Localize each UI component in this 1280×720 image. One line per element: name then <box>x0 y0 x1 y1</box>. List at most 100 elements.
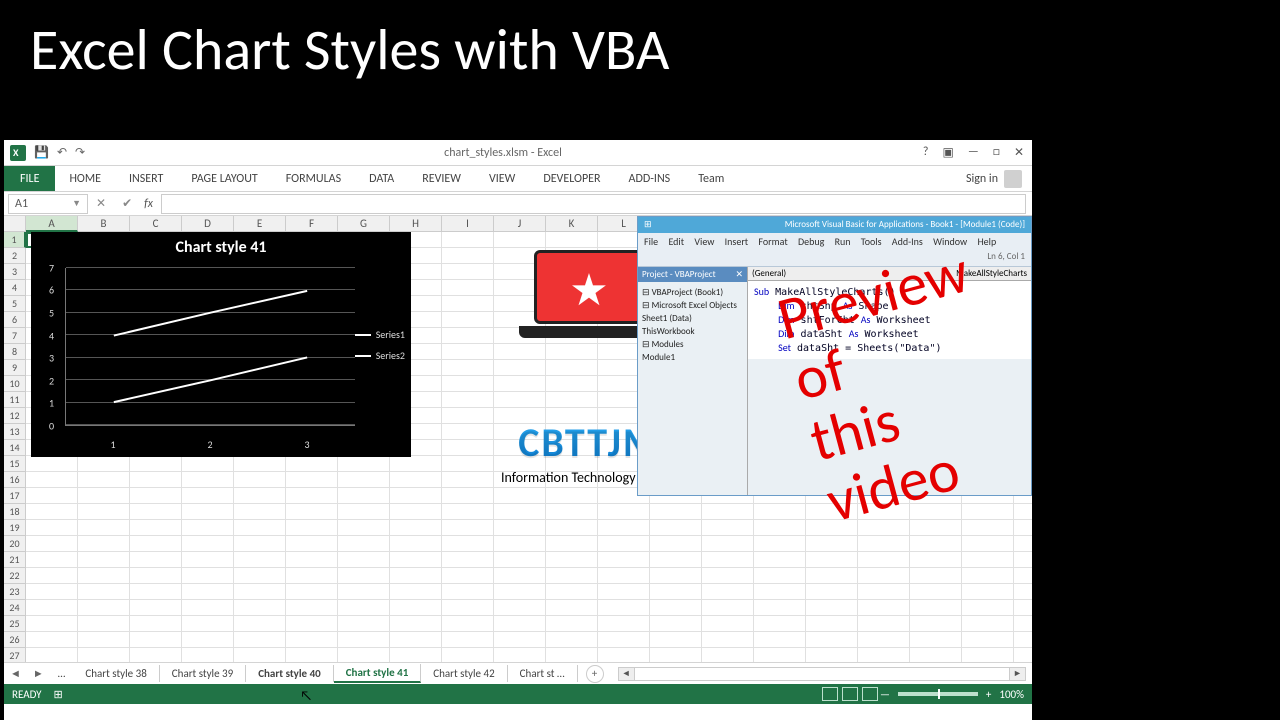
zoom-in-icon[interactable]: + <box>986 688 991 701</box>
new-sheet-button[interactable]: + <box>586 665 604 683</box>
tree-item[interactable]: ⊟ Modules <box>642 338 743 351</box>
row-header[interactable]: 8 <box>4 344 26 360</box>
help-icon[interactable]: ? <box>923 145 929 160</box>
column-header[interactable]: H <box>390 216 442 232</box>
tab-home[interactable]: HOME <box>55 166 115 191</box>
row-header[interactable]: 9 <box>4 360 26 376</box>
tab-page-layout[interactable]: PAGE LAYOUT <box>177 166 271 191</box>
row-header[interactable]: 12 <box>4 408 26 424</box>
code-pane[interactable]: (General) MakeAllStyleCharts Sub MakeAll… <box>748 267 1031 495</box>
close-icon[interactable]: ✕ <box>1014 145 1024 160</box>
embedded-chart[interactable]: Chart style 41 0 1 2 3 4 5 6 <box>31 232 411 457</box>
sheet-tab[interactable]: Chart st … <box>508 665 578 682</box>
row-header[interactable]: 7 <box>4 328 26 344</box>
row-header[interactable]: 10 <box>4 376 26 392</box>
menu-help[interactable]: Help <box>977 235 996 248</box>
page-break-view-icon[interactable] <box>862 687 878 701</box>
column-header[interactable]: C <box>130 216 182 232</box>
column-header[interactable]: J <box>494 216 546 232</box>
name-box[interactable]: A1 ▼ <box>8 194 88 214</box>
column-header[interactable]: D <box>182 216 234 232</box>
row-header[interactable]: 15 <box>4 456 26 472</box>
undo-icon[interactable]: ↶ <box>57 145 67 160</box>
tab-team[interactable]: Team <box>684 166 738 191</box>
menu-insert[interactable]: Insert <box>725 235 749 248</box>
tree-item[interactable]: ThisWorkbook <box>642 325 743 338</box>
row-header[interactable]: 1 <box>4 232 26 248</box>
tab-insert[interactable]: INSERT <box>115 166 177 191</box>
select-all-button[interactable] <box>4 216 26 232</box>
sheet-tab-active[interactable]: Chart style 41 <box>334 664 422 683</box>
tab-developer[interactable]: DEVELOPER <box>529 166 614 191</box>
column-header[interactable]: A <box>26 216 78 232</box>
menu-tools[interactable]: Tools <box>861 235 882 248</box>
row-header[interactable]: 19 <box>4 520 26 536</box>
menu-format[interactable]: Format <box>758 235 787 248</box>
column-header[interactable]: I <box>442 216 494 232</box>
tree-item[interactable]: ⊟ Microsoft Excel Objects <box>642 299 743 312</box>
row-header[interactable]: 24 <box>4 600 26 616</box>
sheet-nav-prev[interactable]: ◄ <box>4 667 27 680</box>
sheet-tab[interactable]: Chart style 39 <box>160 665 246 682</box>
sheet-tab[interactable]: Chart style 40 <box>246 665 334 682</box>
column-header[interactable]: E <box>234 216 286 232</box>
tab-review[interactable]: REVIEW <box>408 166 475 191</box>
column-header[interactable]: K <box>546 216 598 232</box>
row-header[interactable]: 13 <box>4 424 26 440</box>
row-header[interactable]: 27 <box>4 648 26 662</box>
minimize-icon[interactable]: — <box>968 145 979 160</box>
project-explorer[interactable]: Project - VBAProject ✕ ⊟ VBAProject (Boo… <box>638 267 748 495</box>
zoom-level[interactable]: 100% <box>999 688 1024 701</box>
row-header[interactable]: 14 <box>4 440 26 456</box>
insert-function-icon[interactable]: fx <box>140 197 157 211</box>
chevron-down-icon[interactable]: ▼ <box>72 198 81 209</box>
tree-item[interactable]: Module1 <box>642 351 743 364</box>
close-icon[interactable]: ✕ <box>735 269 743 280</box>
formula-input[interactable] <box>161 194 1026 214</box>
menu-addins[interactable]: Add-Ins <box>892 235 923 248</box>
normal-view-icon[interactable] <box>822 687 838 701</box>
sheet-tab[interactable]: Chart style 42 <box>421 665 507 682</box>
zoom-slider[interactable] <box>898 692 978 696</box>
row-header[interactable]: 20 <box>4 536 26 552</box>
project-tree[interactable]: ⊟ VBAProject (Book1) ⊟ Microsoft Excel O… <box>638 282 747 495</box>
row-header[interactable]: 22 <box>4 568 26 584</box>
tab-data[interactable]: DATA <box>355 166 408 191</box>
row-header[interactable]: 4 <box>4 280 26 296</box>
menu-debug[interactable]: Debug <box>798 235 824 248</box>
macro-recorder-icon[interactable]: ⊞ <box>54 688 63 701</box>
code-body[interactable]: Sub MakeAllStyleCharts() Dim chtShp As S… <box>748 281 1031 359</box>
row-header[interactable]: 23 <box>4 584 26 600</box>
row-header[interactable]: 16 <box>4 472 26 488</box>
menu-window[interactable]: Window <box>933 235 967 248</box>
row-header[interactable]: 11 <box>4 392 26 408</box>
menu-run[interactable]: Run <box>835 235 851 248</box>
tree-item[interactable]: ⊟ VBAProject (Book1) <box>642 286 743 299</box>
horizontal-scrollbar[interactable]: ◄ ► <box>618 667 1026 681</box>
menu-file[interactable]: File <box>644 235 658 248</box>
row-header[interactable]: 17 <box>4 488 26 504</box>
page-layout-view-icon[interactable] <box>842 687 858 701</box>
ribbon-display-icon[interactable]: ▣ <box>942 145 953 160</box>
row-header[interactable]: 18 <box>4 504 26 520</box>
tab-view[interactable]: VIEW <box>475 166 529 191</box>
sheet-nav-next[interactable]: ► <box>27 667 50 680</box>
sheet-tab[interactable]: Chart style 38 <box>73 665 159 682</box>
object-dropdown[interactable]: (General) <box>752 268 786 279</box>
save-icon[interactable]: 💾 <box>34 145 49 160</box>
row-header[interactable]: 3 <box>4 264 26 280</box>
menu-view[interactable]: View <box>694 235 714 248</box>
scroll-left-icon[interactable]: ◄ <box>619 668 635 680</box>
row-header[interactable]: 21 <box>4 552 26 568</box>
row-header[interactable]: 5 <box>4 296 26 312</box>
worksheet-grid[interactable]: A B C D E F G H I J K L M N O 1234567891… <box>4 216 1032 662</box>
sign-in-button[interactable]: Sign in <box>956 166 1032 191</box>
menu-edit[interactable]: Edit <box>668 235 684 248</box>
procedure-dropdown[interactable]: MakeAllStyleCharts <box>956 268 1027 279</box>
maximize-icon[interactable]: □ <box>993 145 1000 160</box>
row-header[interactable]: 6 <box>4 312 26 328</box>
file-tab[interactable]: FILE <box>4 166 55 191</box>
column-header[interactable]: F <box>286 216 338 232</box>
zoom-out-icon[interactable]: — <box>880 688 890 701</box>
vba-editor-window[interactable]: ⊞ Microsoft Visual Basic for Application… <box>637 216 1032 496</box>
